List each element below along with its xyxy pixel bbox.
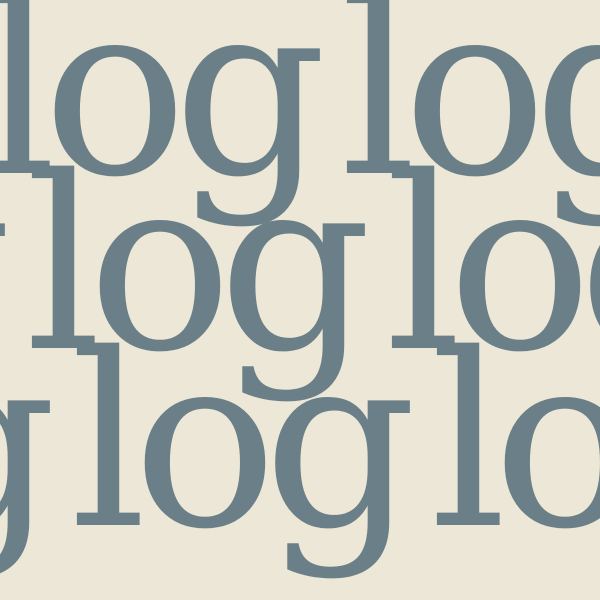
log-word-r3-c2: log xyxy=(70,302,417,582)
log-wordmark-pattern: loglogloglogloglogloglogloglogloglog xyxy=(0,0,600,600)
log-word-r3-c1: log xyxy=(0,322,57,562)
log-word-r3-c3: log xyxy=(430,302,600,582)
